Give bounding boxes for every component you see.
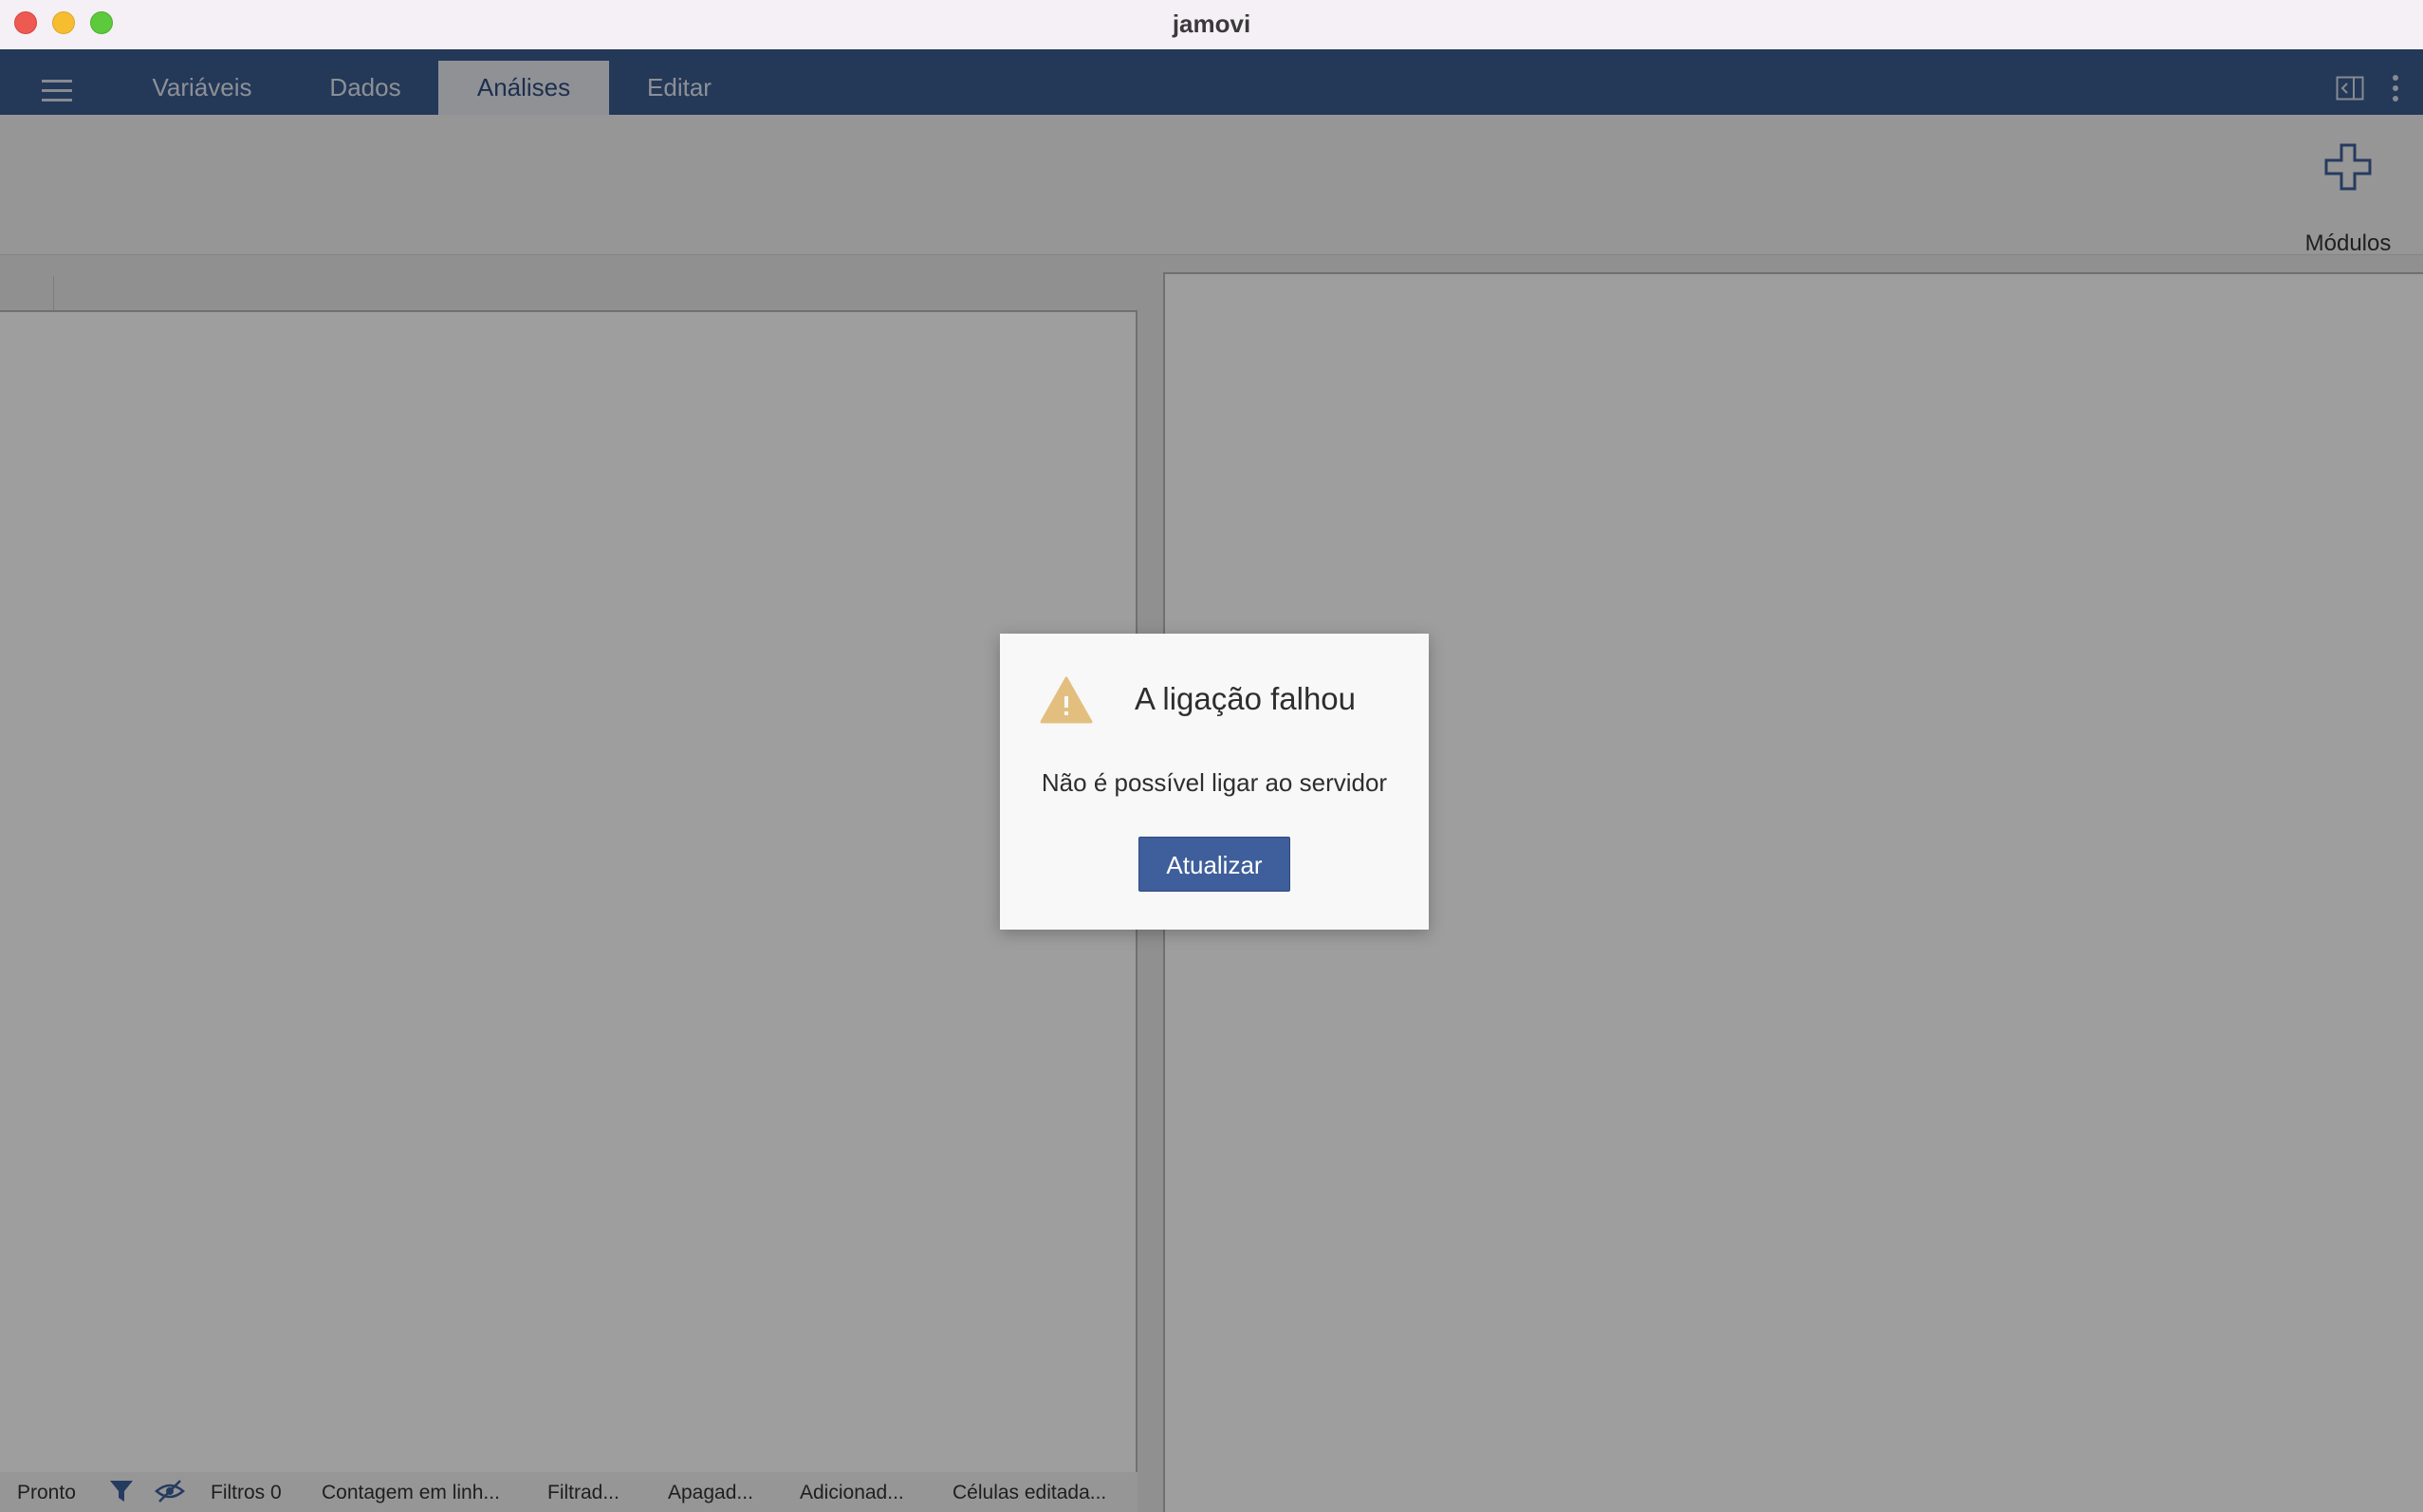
app-window: jamovi Variáveis Dados Análises Editar M… [0,0,2423,1512]
window-title: jamovi [1172,9,1251,38]
dialog-title: A ligação falhou [1135,681,1357,716]
dialog-message: Não é possível ligar ao servidor [1041,768,1388,797]
title-bar: jamovi [0,0,2423,50]
warning-icon [1040,675,1093,725]
refresh-button[interactable]: Atualizar [1138,837,1290,892]
connection-failed-dialog: A ligação falhou Não é possível ligar ao… [1000,634,1429,930]
